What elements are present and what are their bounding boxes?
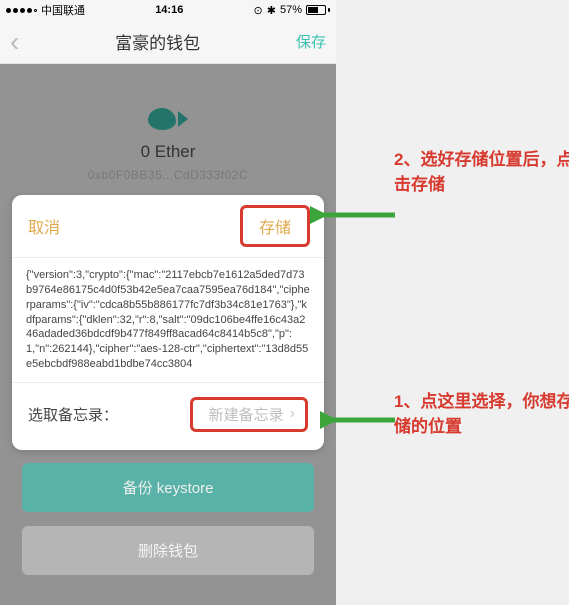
back-icon[interactable]: ‹ [10,28,19,56]
backup-keystore-button[interactable]: 备份 keystore [22,463,314,512]
battery-pct: 57% [280,4,302,16]
delete-wallet-button[interactable]: 删除钱包 [22,526,314,575]
bluetooth-icon: ✱ [267,4,276,17]
keystore-json-text: {"version":3,"crypto":{"mac":"2117ebcb7e… [12,258,324,383]
nav-bar: ‹ 富豪的钱包 保存 [0,20,336,64]
alarm-icon: ⊙ [254,4,263,17]
statusbar-time: 14:16 [155,4,183,16]
store-button[interactable]: 存储 [240,205,310,247]
share-sheet: 取消 存储 {"version":3,"crypto":{"mac":"2117… [12,195,324,450]
new-memo-button[interactable]: 新建备忘录 › [190,397,308,432]
carrier-label: 中国联通 [41,2,85,18]
select-memo-label: 选取备忘录： [28,404,118,425]
chevron-right-icon: › [290,405,295,423]
cancel-button[interactable]: 取消 [28,214,60,238]
page-title: 富豪的钱包 [115,29,200,54]
new-memo-label: 新建备忘录 [209,404,284,425]
save-button[interactable]: 保存 [296,31,326,52]
annotation-1: 1、点这里选择，你想存储的位置 [394,390,569,439]
status-bar: 中国联通 14:16 ⊙ ✱ 57% [0,0,336,20]
annotation-2: 2、选好存储位置后，点击存储 [394,148,569,197]
